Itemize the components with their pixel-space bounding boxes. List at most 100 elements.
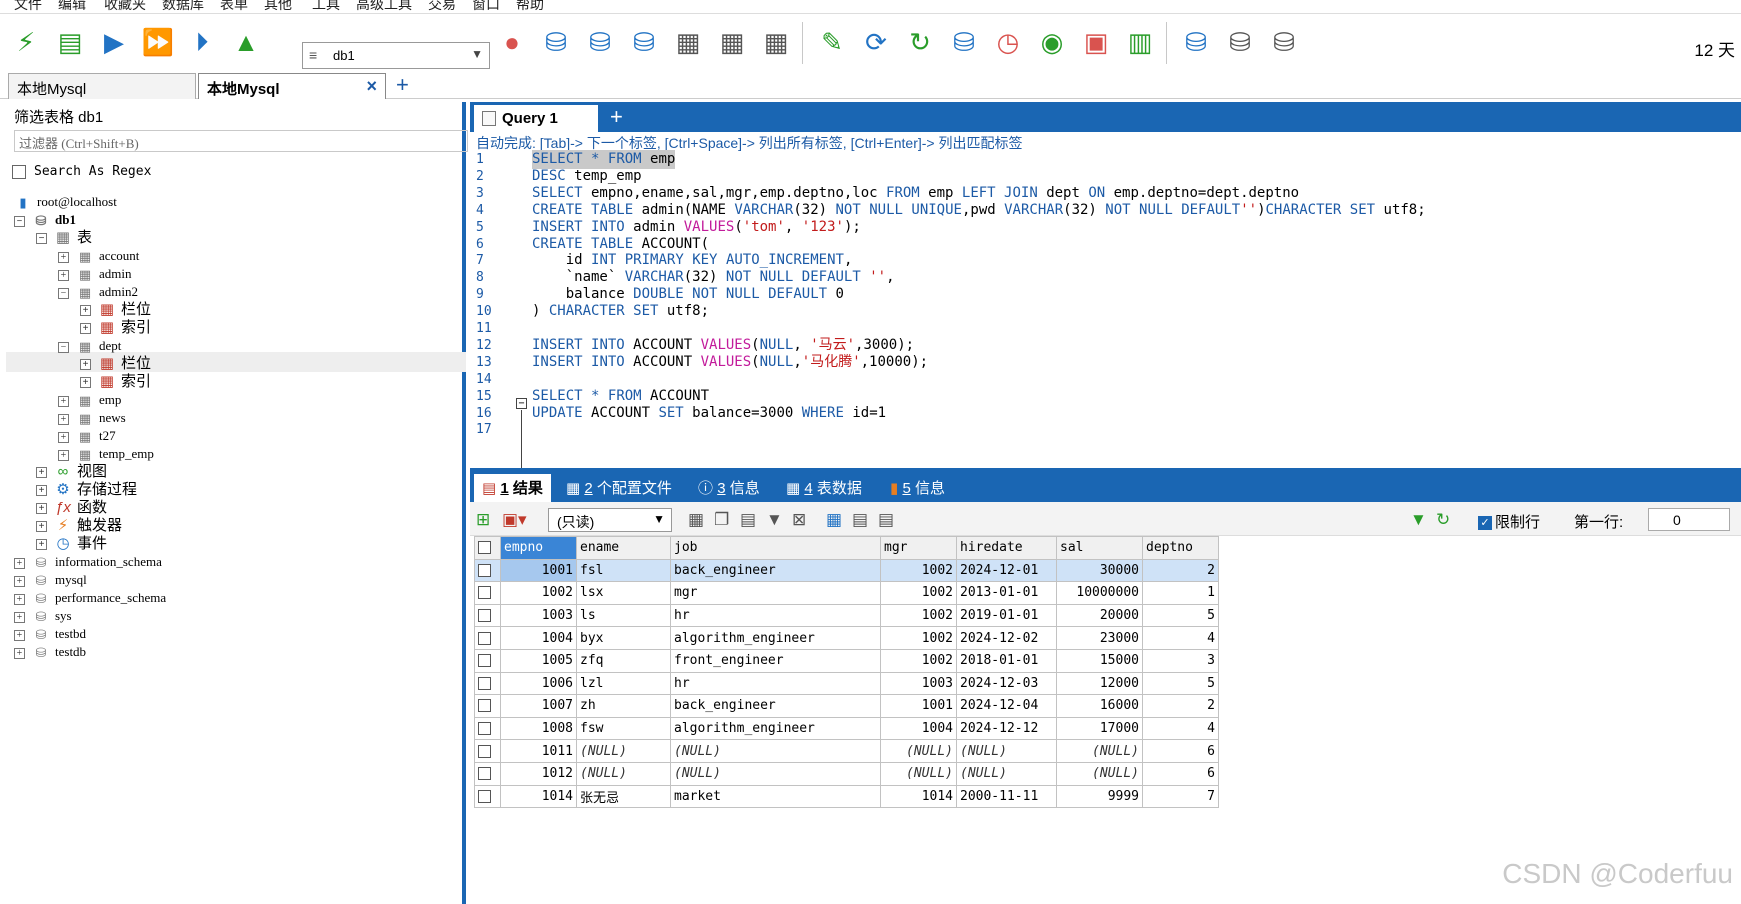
filter-icon[interactable]: ▼ bbox=[1410, 510, 1427, 530]
table-cell[interactable]: 1002 bbox=[880, 558, 957, 583]
user-manager-icon[interactable]: ● bbox=[494, 24, 530, 60]
save-icon[interactable]: ▤ bbox=[740, 510, 756, 530]
row-checkbox[interactable] bbox=[478, 744, 491, 758]
tree-admin2-indexes[interactable]: + ▦ 索引 bbox=[80, 318, 151, 338]
table-cell[interactable]: 23000 bbox=[1056, 626, 1143, 650]
row-checkbox-cell[interactable] bbox=[474, 626, 501, 650]
table-cell[interactable]: 1007 bbox=[500, 694, 577, 718]
sql-editor[interactable]: − 1 SELECT * FROM emp 2 DESC temp_emp 3 SELEC… bbox=[470, 150, 1741, 481]
tree-database-db1[interactable]: − ⛁ db1 bbox=[14, 210, 76, 230]
tree-tables-folder[interactable]: − ▦ 表 bbox=[36, 228, 92, 248]
tree-database-performance-schema[interactable]: + ⛁ performance_schema bbox=[14, 588, 166, 608]
table-cell[interactable]: 2024-12-04 bbox=[956, 694, 1057, 718]
add-tab-button[interactable]: + bbox=[396, 72, 409, 98]
table-cell[interactable]: 10000000 bbox=[1056, 581, 1143, 605]
refresh-icon[interactable]: ↻ bbox=[902, 24, 938, 60]
table-cell[interactable]: 1008 bbox=[500, 716, 577, 741]
table-data-icon[interactable]: ▦ bbox=[714, 24, 750, 60]
table-row[interactable]: 1014 张无忌 market 1014 2000-11-11 9999 7 bbox=[474, 784, 1219, 809]
table-row[interactable]: 1005 zfq front_engineer 1002 2018-01-01 15000… bbox=[474, 648, 1219, 673]
table-cell[interactable]: 2024-12-03 bbox=[956, 671, 1057, 696]
table-cell[interactable]: 1 bbox=[1142, 581, 1219, 605]
table-row[interactable]: 1006 lzl hr 1003 2024-12-03 12000 5 bbox=[474, 671, 1219, 696]
tree-database-testdb[interactable]: + ⛁ testdb bbox=[14, 642, 86, 662]
table-cell[interactable]: 5 bbox=[1142, 603, 1219, 628]
search-as-regex-checkbox[interactable]: Search As Regex bbox=[12, 164, 151, 179]
expand-icon[interactable]: + bbox=[58, 269, 69, 281]
column-header-deptno[interactable]: deptno bbox=[1142, 536, 1219, 560]
column-header-job[interactable]: job bbox=[670, 536, 881, 560]
table-cell[interactable]: (NULL) bbox=[1056, 739, 1143, 763]
row-checkbox-cell[interactable] bbox=[474, 581, 501, 605]
table-cell[interactable]: 1001 bbox=[500, 558, 577, 583]
tree-database-testbd[interactable]: + ⛁ testbd bbox=[14, 624, 86, 644]
expand-icon[interactable]: + bbox=[36, 538, 47, 550]
expand-icon[interactable]: + bbox=[14, 593, 25, 605]
table-cell[interactable]: 4 bbox=[1142, 626, 1219, 650]
restore-wizard-icon[interactable]: ⛁ bbox=[1266, 24, 1302, 60]
table-cell[interactable]: (NULL) bbox=[576, 739, 671, 763]
table-cell[interactable]: 3 bbox=[1142, 648, 1219, 673]
column-header-ename[interactable]: ename bbox=[576, 536, 671, 560]
row-checkbox-cell[interactable] bbox=[474, 761, 501, 786]
tree-table-emp[interactable]: + ▦ emp bbox=[58, 390, 121, 410]
table-cell[interactable]: 1003 bbox=[500, 603, 577, 628]
row-checkbox[interactable] bbox=[478, 609, 491, 623]
expand-icon[interactable]: + bbox=[36, 484, 47, 496]
expand-icon[interactable]: + bbox=[36, 466, 47, 478]
table-cell[interactable]: 张无忌 bbox=[576, 784, 671, 809]
menu-item-9[interactable]: 窗口 bbox=[472, 0, 500, 13]
save-rows-icon[interactable]: ▣▾ bbox=[502, 510, 527, 530]
header-checkbox-cell[interactable] bbox=[474, 536, 501, 560]
table-cell[interactable]: back_engineer bbox=[670, 558, 881, 583]
tree-events-folder[interactable]: + ◷ 事件 bbox=[36, 534, 107, 554]
table-cell[interactable]: lsx bbox=[576, 581, 671, 605]
table-cell[interactable]: 2024-12-02 bbox=[956, 626, 1057, 650]
tree-table-dept[interactable]: − ▦ dept bbox=[58, 336, 121, 356]
menu-item-0[interactable]: 文件 bbox=[14, 0, 42, 13]
table-cell[interactable]: 17000 bbox=[1056, 716, 1143, 741]
table-cell[interactable]: 1014 bbox=[500, 784, 577, 809]
scheduler-icon[interactable]: ◷ bbox=[990, 24, 1026, 60]
row-checkbox-cell[interactable] bbox=[474, 784, 501, 809]
restore-icon[interactable]: ⛁ bbox=[582, 24, 618, 60]
window-icon[interactable]: ▣ bbox=[1078, 24, 1114, 60]
expand-icon[interactable]: + bbox=[14, 575, 25, 587]
menu-item-8[interactable]: 交易 bbox=[428, 0, 456, 13]
tree-table-news[interactable]: + ▦ news bbox=[58, 408, 126, 428]
table-cell[interactable]: (NULL) bbox=[880, 739, 957, 763]
tree-database-sys[interactable]: + ⛁ sys bbox=[14, 606, 72, 626]
table-cell[interactable]: algorithm_engineer bbox=[670, 716, 881, 741]
table-row[interactable]: 1002 lsx mgr 1002 2013-01-01 10000000 1 bbox=[474, 581, 1219, 605]
tab-query-1[interactable]: Query 1 bbox=[474, 105, 598, 132]
table-cell[interactable]: front_engineer bbox=[670, 648, 881, 673]
table-cell[interactable]: byx bbox=[576, 626, 671, 650]
table-cell[interactable]: hr bbox=[670, 671, 881, 696]
column-header-hiredate[interactable]: hiredate bbox=[956, 536, 1057, 560]
table-row[interactable]: 1012 (NULL) (NULL) (NULL) (NULL) (NULL) 6 bbox=[474, 761, 1219, 786]
first-row-input[interactable]: 0 bbox=[1648, 508, 1730, 531]
tree-connection[interactable]: ▮ root@localhost bbox=[14, 192, 116, 212]
run-job-icon[interactable]: ◉ bbox=[1034, 24, 1070, 60]
table-cell[interactable]: 2018-01-01 bbox=[956, 648, 1057, 673]
table-cell[interactable]: 2 bbox=[1142, 558, 1219, 583]
table-cell[interactable]: 2000-11-11 bbox=[956, 784, 1057, 809]
refresh-icon[interactable]: ↻ bbox=[1436, 510, 1450, 530]
expand-icon[interactable]: + bbox=[14, 611, 25, 623]
compare-icon[interactable]: ▥ bbox=[1122, 24, 1158, 60]
tab-connection-1[interactable]: 本地Mysql bbox=[8, 73, 196, 99]
tree-database-information-schema[interactable]: + ⛁ information_schema bbox=[14, 552, 162, 572]
table-cell[interactable]: 1002 bbox=[880, 603, 957, 628]
table-cell[interactable]: hr bbox=[670, 603, 881, 628]
tree-dept-columns[interactable]: + ▦ 栏位 bbox=[80, 354, 151, 374]
table-cell[interactable]: (NULL) bbox=[880, 761, 957, 786]
import-icon[interactable]: ⛁ bbox=[626, 24, 662, 60]
table-row[interactable]: 1001 fsl back_engineer 1002 2024-12-01 30000 2 bbox=[474, 558, 1219, 583]
expand-icon[interactable]: + bbox=[80, 358, 91, 370]
menu-item-6[interactable]: 工具 bbox=[312, 0, 340, 13]
expand-icon[interactable]: + bbox=[36, 520, 47, 532]
tree-functions-folder[interactable]: + ƒx 函数 bbox=[36, 498, 107, 518]
collapse-icon[interactable]: − bbox=[58, 287, 69, 299]
menu-item-1[interactable]: 编辑 bbox=[58, 0, 86, 13]
table-cell[interactable]: 1004 bbox=[500, 626, 577, 650]
